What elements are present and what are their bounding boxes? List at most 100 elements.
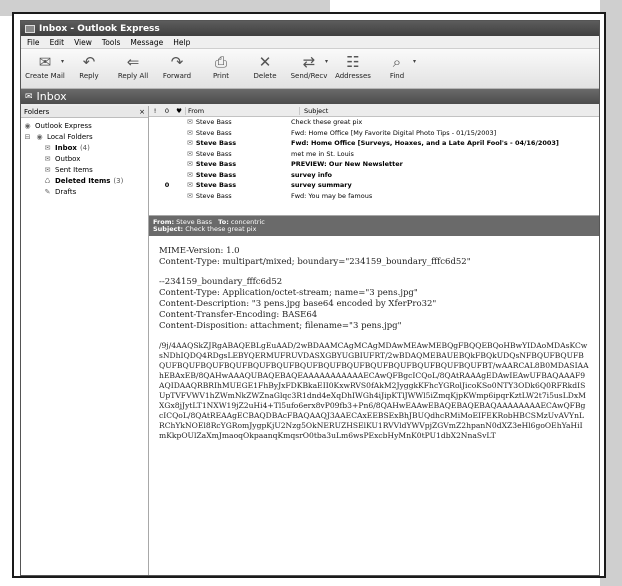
find-icon: ⌕ [392, 53, 402, 71]
addresses-label: Addresses [335, 72, 371, 80]
addresses-icon: ☷ [346, 53, 360, 71]
reply-all-button[interactable]: ⇐ Reply All [111, 52, 155, 86]
sender-name: Steve Bass [195, 160, 237, 169]
from-cell: ✉ Steve Bass [173, 171, 287, 179]
message-row[interactable]: ✉ Steve Bass survey info [149, 170, 599, 181]
folder-outlook-express[interactable]: ◉ Outlook Express [21, 120, 148, 131]
message-row[interactable]: ✉ Steve Bass Fwd: Home Office [Surveys, Ho… [149, 138, 599, 149]
message-row[interactable]: ✉ Steve Bass Fwd: You may be famous [149, 191, 599, 202]
body-line: Content-Type: Application/octet-stream; … [159, 288, 418, 298]
folder-local-folders[interactable]: ⊟ ◉ Local Folders [21, 131, 148, 142]
mime-header-lines: MIME-Version: 1.0 Content-Type: multipart… [159, 246, 589, 341]
sender-name: Steve Bass [195, 118, 232, 127]
message-list-header: ! 0 ♥ From Subject [149, 106, 599, 117]
create-mail-icon: ✉ [38, 53, 52, 71]
outlook-express-window: Inbox - Outlook Express File Edit View T… [20, 20, 600, 576]
menu-bar: File Edit View Tools Message Help [21, 36, 599, 49]
print-icon: ⎙ [214, 53, 227, 71]
subject-cell: Fwd: Home Office [Surveys, Hoaxes, and a… [291, 139, 559, 148]
folder-bar: ✉ Inbox [21, 89, 599, 104]
from-cell: ✉ Steve Bass [173, 118, 287, 126]
message-body[interactable]: MIME-Version: 1.0 Content-Type: multipart… [149, 236, 599, 575]
close-icon[interactable]: × [139, 108, 145, 116]
folder-outbox[interactable]: ✉ Outbox [21, 153, 148, 164]
outlook-express-icon: ◉ [24, 121, 31, 130]
folders-pane-header: Folders × [21, 106, 148, 118]
unread-count: (4) [79, 143, 90, 152]
menu-file[interactable]: File [27, 38, 40, 47]
subject-cell: PREVIEW: Our New Newsletter [291, 160, 403, 169]
title-bar[interactable]: Inbox - Outlook Express [21, 21, 599, 36]
toolbar: ✉ Create Mail ▾ ↶ Reply ⇐ Reply All ↷ Fo… [21, 49, 599, 89]
from-cell: ✉ Steve Bass [173, 160, 287, 168]
body-line: MIME-Version: 1.0 [159, 246, 240, 256]
flag-column-header[interactable]: ♥ [173, 107, 185, 115]
message-row[interactable]: ✉ Steve Bass PREVIEW: Our New Newsletter [149, 159, 599, 170]
send-recv-icon: ⇄ [302, 53, 316, 71]
subject-label: Subject: [153, 225, 184, 233]
preview-subject: Check these great pix [185, 225, 257, 233]
sender-name: Steve Bass [195, 191, 232, 200]
body-line: Content-Description: "3 pens.jpg base64 … [159, 299, 437, 309]
reply-all-label: Reply All [117, 72, 149, 80]
forward-button[interactable]: ↷ Forward [155, 52, 199, 86]
delete-button[interactable]: ✕ Delete [243, 52, 287, 86]
subject-cell: Fwd: Home Office [My Favorite Digital Ph… [291, 128, 497, 137]
folder-drafts[interactable]: ✎ Drafts [21, 186, 148, 197]
folder-deleted-items[interactable]: ♺ Deleted Items (3) [21, 175, 148, 186]
priority-column-header[interactable]: ! [149, 107, 161, 115]
forward-label: Forward [162, 72, 192, 80]
subject-cell: met me in St. Louis [291, 149, 354, 158]
folder-inbox[interactable]: ✉ Inbox (4) [21, 142, 148, 153]
menu-edit[interactable]: Edit [50, 38, 65, 47]
sender-name: Steve Bass [195, 128, 232, 137]
folder-label: Deleted Items [55, 176, 111, 185]
create-mail-label: Create Mail [25, 72, 65, 80]
drafts-icon: ✎ [44, 187, 51, 196]
from-column-header[interactable]: From [185, 107, 299, 115]
message-row[interactable]: ✉ Steve Bass met me in St. Louis [149, 149, 599, 160]
folders-pane: Folders × ◉ Outlook Express ⊟ ◉ Local Fo… [21, 106, 149, 575]
menu-tools[interactable]: Tools [102, 38, 120, 47]
unread-mail-icon: ✉ [187, 181, 193, 190]
attachment-column-header[interactable]: 0 [161, 107, 173, 115]
outlook-app-icon [25, 24, 35, 33]
local-folders-icon: ◉ [36, 132, 43, 141]
addresses-button[interactable]: ☷ Addresses [331, 52, 375, 86]
message-row[interactable]: ✉ Steve Bass Fwd: Home Office [My Favorite… [149, 128, 599, 139]
sender-name: Steve Bass [195, 149, 232, 158]
folder-label: Inbox [55, 143, 77, 152]
reply-all-icon: ⇐ [126, 53, 140, 71]
collapse-icon[interactable]: ⊟ [23, 133, 32, 141]
message-row[interactable]: 0 ✉ Steve Bass survey summary [149, 180, 599, 191]
menu-help[interactable]: Help [173, 38, 190, 47]
folder-label: Sent Items [55, 165, 93, 174]
folder-tree: ◉ Outlook Express ⊟ ◉ Local Folders ✉ In… [21, 118, 148, 197]
deleted-count: (3) [113, 176, 124, 185]
forward-icon: ↷ [170, 53, 184, 71]
read-mail-icon: ✉ [187, 191, 193, 200]
reply-label: Reply [79, 72, 99, 80]
read-mail-icon: ✉ [187, 118, 193, 127]
message-row[interactable]: ✉ Steve Bass Check these great pix [149, 117, 599, 128]
sent-items-icon: ✉ [44, 165, 51, 174]
folder-label: Outlook Express [35, 121, 92, 130]
find-dropdown-icon[interactable]: ▾ [413, 58, 419, 65]
subject-column-header[interactable]: Subject [299, 107, 599, 115]
folder-sent-items[interactable]: ✉ Sent Items [21, 164, 148, 175]
from-cell: ✉ Steve Bass [173, 150, 287, 158]
body-line: Content-Type: multipart/mixed; boundary=… [159, 257, 471, 267]
print-button[interactable]: ⎙ Print [199, 52, 243, 86]
sender-name: Steve Bass [195, 139, 237, 148]
delete-icon: ✕ [258, 53, 272, 71]
menu-view[interactable]: View [74, 38, 92, 47]
trash-icon: ♺ [44, 176, 51, 185]
reply-button[interactable]: ↶ Reply [67, 52, 111, 86]
folder-bar-title: Inbox [36, 90, 67, 103]
inbox-icon: ✉ [25, 91, 33, 102]
print-label: Print [212, 72, 230, 80]
subject-cell: survey info [291, 170, 332, 179]
find-label: Find [389, 72, 405, 80]
menu-message[interactable]: Message [130, 38, 163, 47]
